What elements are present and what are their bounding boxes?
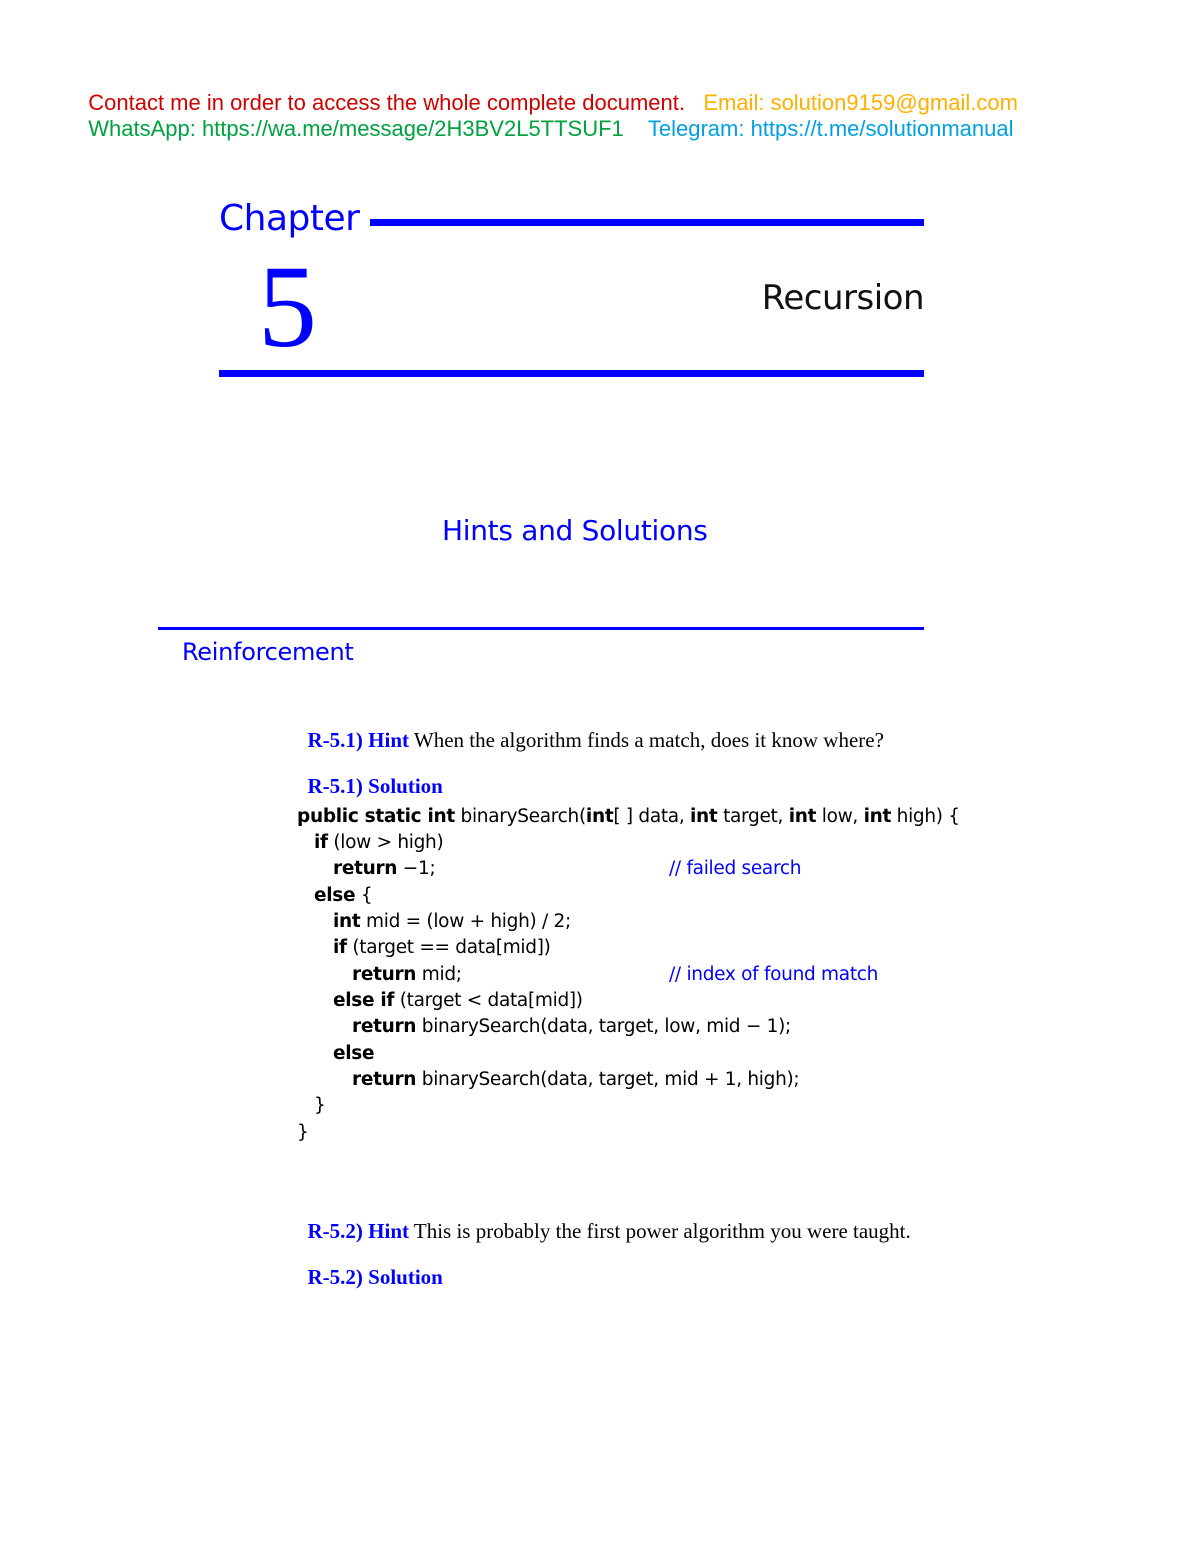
problem-hint-r5-1: R-5.1) Hint When the algorithm finds a m… [297,703,884,753]
page-heading: Hints and Solutions [442,514,708,547]
chapter-title: Recursion [761,278,925,318]
whatsapp-link[interactable]: WhatsApp: https://wa.me/message/2H3BV2L5… [88,116,624,141]
code-line: if (low > high) [314,832,444,853]
problem-label: R-5.1) Solution [307,774,443,798]
chapter-top-rule [370,219,924,226]
code-line: else if (target < data[mid]) [333,990,583,1011]
section-rule [158,627,924,630]
code-line: int mid = (low + high) / 2; [333,911,571,932]
problem-solution-r5-1: R-5.1) Solution [297,749,443,799]
chapter-word: Chapter [219,198,360,239]
problem-text: This is probably the first power algorit… [413,1219,911,1243]
section-title: Reinforcement [182,638,354,666]
telegram-link[interactable]: Telegram: https://t.me/solutionmanual [648,116,1014,141]
code-line: return −1; [333,858,436,879]
chapter-bottom-rule [219,370,924,377]
code-line: return mid; [352,964,462,985]
problem-solution-r5-2: R-5.2) Solution [297,1240,443,1290]
code-line: } [314,1095,326,1116]
chapter-number: 5 [258,241,317,372]
code-line: } [297,1122,309,1143]
code-line: return binarySearch(data, target, low, m… [352,1016,791,1037]
code-line: public static int binarySearch(int[ ] da… [297,806,960,827]
code-line: if (target == data[mid]) [333,937,551,958]
code-line: else { [314,885,373,906]
code-comment: // index of found match [669,964,879,985]
code-line: return binarySearch(data, target, mid + … [352,1069,800,1090]
contact-line-2: WhatsApp: https://wa.me/message/2H3BV2L5… [76,90,1013,142]
code-comment: // failed search [669,858,802,879]
problem-label: R-5.2) Solution [307,1265,443,1289]
code-line: else [333,1043,375,1064]
problem-hint-r5-2: R-5.2) Hint This is probably the first p… [297,1194,911,1244]
problem-text: When the algorithm finds a match, does i… [413,728,884,752]
